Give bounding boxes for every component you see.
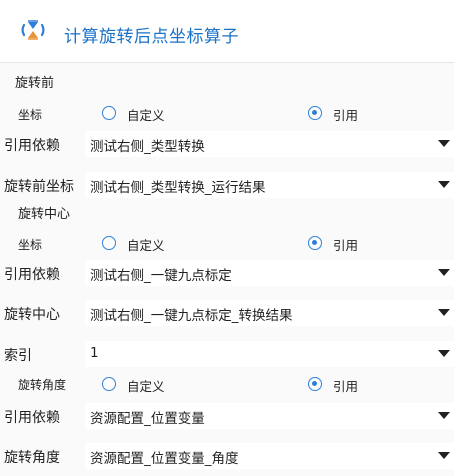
center-dependency-select[interactable]: 测试右侧_一键九点标定 <box>85 260 454 286</box>
dependency-label: 引用依赖 <box>4 138 60 154</box>
chevron-down-icon[interactable] <box>438 412 450 419</box>
radio-custom-circle[interactable] <box>102 377 116 391</box>
radio-custom-label[interactable]: 自定义 <box>127 105 165 124</box>
index-select-value: 1 <box>90 345 99 361</box>
index-select[interactable]: 1 <box>85 341 454 367</box>
radio-custom-label[interactable]: 自定义 <box>127 376 165 395</box>
angle-label: 旋转角度 <box>18 378 67 392</box>
radio-reference-circle[interactable] <box>308 236 322 250</box>
chevron-down-icon[interactable] <box>438 309 450 316</box>
dependency-select[interactable]: 测试右侧_类型转换 <box>85 131 454 157</box>
header: 计算旋转后点坐标算子 <box>0 0 454 63</box>
dependency-label: 引用依赖 <box>4 267 60 283</box>
page-title: 计算旋转后点坐标算子 <box>64 27 239 47</box>
before-coord-label: 旋转前坐标 <box>4 179 74 195</box>
chevron-down-icon[interactable] <box>438 269 450 276</box>
rotation-center-select-value: 测试右侧_一键九点标定_转换结果 <box>90 308 293 324</box>
radio-custom-circle[interactable] <box>102 236 116 250</box>
radio-reference-label[interactable]: 引用 <box>333 235 358 254</box>
rotation-center-select[interactable]: 测试右侧_一键九点标定_转换结果 <box>85 300 454 326</box>
before-coord-select[interactable]: 测试右侧_类型转换_运行结果 <box>85 172 454 198</box>
section-title-rotation-center: 旋转中心 <box>18 207 71 222</box>
coord-label: 坐标 <box>18 238 43 252</box>
coord-label: 坐标 <box>18 108 43 122</box>
angle-dependency-select-value: 资源配置_位置变量 <box>90 411 205 427</box>
radio-reference-label[interactable]: 引用 <box>333 105 358 124</box>
dependency-select-value: 测试右侧_类型转换 <box>90 139 205 155</box>
rotation-angle-select-value: 资源配置_位置变量_角度 <box>90 451 239 467</box>
radio-reference-circle[interactable] <box>308 377 322 391</box>
rotation-angle-select[interactable]: 资源配置_位置变量_角度 <box>85 443 454 469</box>
center-dependency-select-value: 测试右侧_一键九点标定 <box>90 268 232 284</box>
rotation-angle-label: 旋转角度 <box>4 450 60 466</box>
chevron-down-icon[interactable] <box>438 181 450 188</box>
section-title-before-rotation: 旋转前 <box>15 76 55 91</box>
rotation-center-label: 旋转中心 <box>4 307 60 323</box>
dependency-label: 引用依赖 <box>4 410 60 426</box>
before-coord-select-value: 测试右侧_类型转换_运行结果 <box>90 180 266 196</box>
chevron-down-icon[interactable] <box>438 350 450 357</box>
chevron-down-icon[interactable] <box>438 140 450 147</box>
radio-custom-label[interactable]: 自定义 <box>127 235 165 254</box>
chevron-down-icon[interactable] <box>438 452 450 459</box>
angle-dependency-select[interactable]: 资源配置_位置变量 <box>85 403 454 429</box>
operator-logo-icon <box>21 20 45 40</box>
radio-reference-circle[interactable] <box>308 106 322 120</box>
radio-custom-circle[interactable] <box>102 106 116 120</box>
index-label: 索引 <box>4 348 32 364</box>
radio-reference-label[interactable]: 引用 <box>333 376 358 395</box>
